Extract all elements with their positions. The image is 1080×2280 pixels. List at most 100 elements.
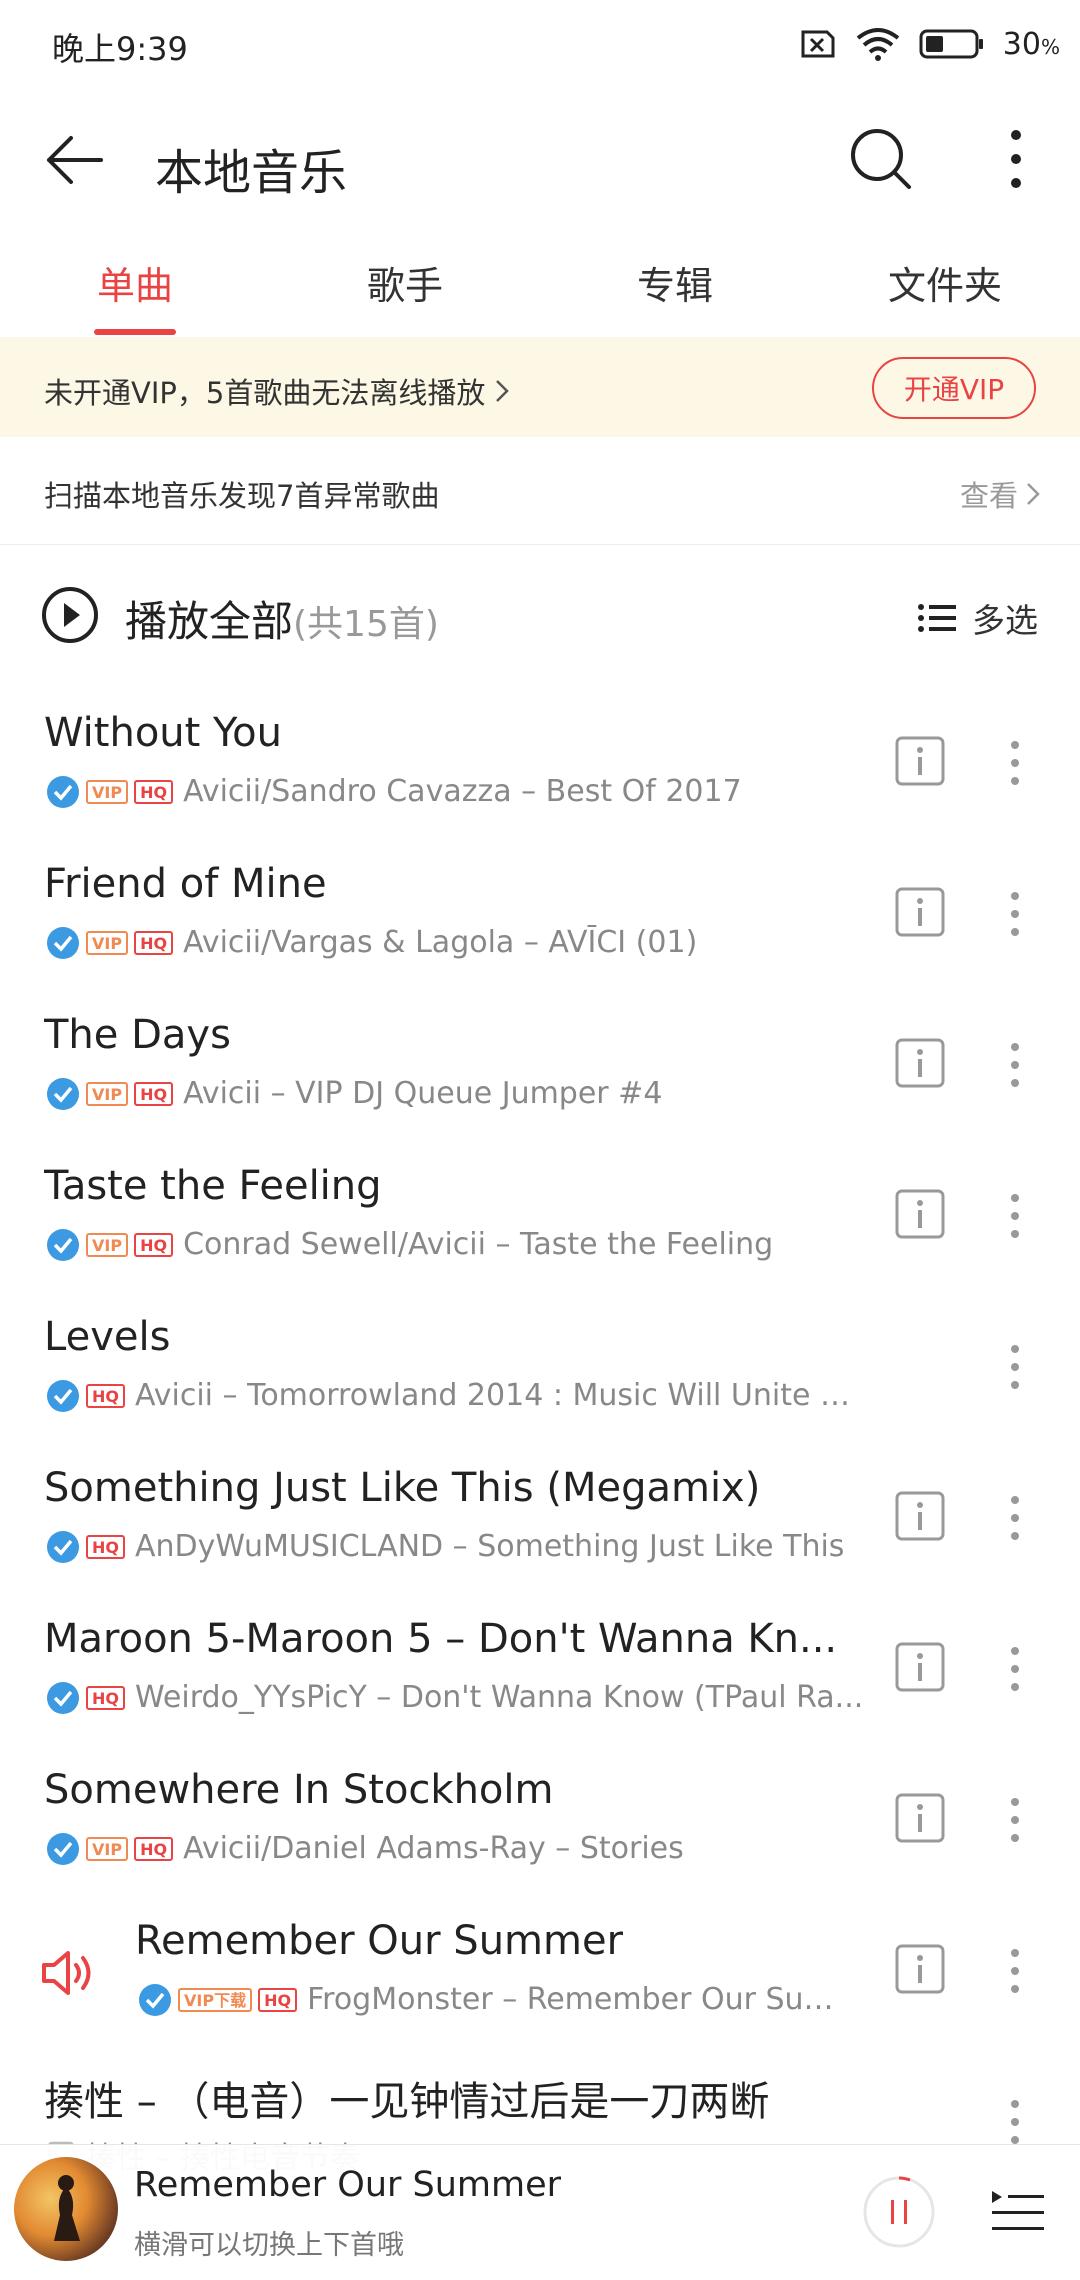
song-more-button[interactable] — [990, 1938, 1040, 2004]
song-row[interactable]: Somewhere In Stockholm VIP HQ Avicii/Dan… — [0, 1747, 1080, 1898]
song-more-button[interactable] — [990, 1032, 1040, 1098]
hq-tag: HQ — [134, 1836, 174, 1861]
song-row[interactable]: Friend of Mine VIP HQ Avicii/Vargas & La… — [0, 841, 1080, 992]
vip-tag: VIP — [86, 930, 129, 955]
tab-artists[interactable]: 歌手 — [270, 255, 540, 310]
sim-x-icon — [801, 30, 835, 58]
vertical-dots-icon — [1011, 1949, 1019, 1993]
song-title: Something Just Like This (Megamix) — [44, 1465, 761, 1511]
tab-songs[interactable]: 单曲 — [0, 255, 270, 310]
view-link[interactable]: 查看 — [960, 473, 1040, 515]
chevron-right-icon — [1027, 483, 1040, 505]
info-icon[interactable] — [894, 1641, 946, 1693]
song-more-button[interactable] — [990, 730, 1040, 796]
song-title: Friend of Mine — [44, 861, 327, 907]
song-row[interactable]: Without You VIP HQ Avicii/Sandro Cavazza… — [0, 690, 1080, 841]
verified-icon — [47, 1379, 79, 1412]
song-more-button[interactable] — [990, 1485, 1040, 1551]
vertical-dots-icon — [1011, 1496, 1019, 1540]
verified-icon — [47, 1530, 79, 1563]
pause-button[interactable] — [862, 2175, 936, 2249]
info-icon[interactable] — [894, 886, 946, 938]
song-meta: VIP HQ Avicii/Vargas & Lagola – AVĪCI (0… — [46, 925, 697, 960]
vertical-dots-icon — [1011, 1194, 1019, 1238]
song-title: The Days — [44, 1012, 231, 1058]
view-label: 查看 — [959, 479, 1018, 513]
song-row[interactable]: The Days VIP HQ Avicii – VIP DJ Queue Ju… — [0, 992, 1080, 1143]
song-meta: VIP HQ Conrad Sewell/Avicii – Taste the … — [46, 1227, 773, 1262]
vertical-dots-icon — [1011, 741, 1019, 785]
song-meta: HQ Avicii – Tomorrowland 2014 : Music Wi… — [46, 1378, 866, 1413]
vip-tag: VIP — [86, 1232, 129, 1257]
more-options-button[interactable] — [980, 123, 1052, 195]
playlist-queue-icon[interactable] — [988, 2181, 1048, 2241]
info-icon[interactable] — [894, 1188, 946, 1240]
hq-tag: HQ — [86, 1383, 125, 1408]
mini-player[interactable]: Remember Our Summer 横滑可以切换上下首哦 — [0, 2144, 1080, 2280]
song-artist-album: Weirdo_YYsPicY – Don't Wanna Know (TPaul… — [135, 1680, 864, 1715]
status-time: 晚上9:39 — [52, 30, 188, 68]
search-button[interactable] — [845, 123, 917, 195]
vip-tag: VIP — [86, 1836, 129, 1861]
hq-tag: HQ — [134, 1081, 174, 1106]
vip-banner-link[interactable]: 未开通VIP，5首歌曲无法离线播放 — [44, 370, 510, 412]
info-icon[interactable] — [894, 1490, 946, 1542]
song-more-button[interactable] — [990, 1636, 1040, 1702]
song-meta: HQ Weirdo_YYsPicY – Don't Wanna Know (TP… — [46, 1680, 863, 1715]
play-all-label: 播放全部 — [125, 597, 294, 646]
verified-icon — [47, 1832, 79, 1865]
page-title: 本地音乐 — [155, 145, 348, 201]
song-row[interactable]: Levels HQ Avicii – Tomorrowland 2014 : M… — [0, 1294, 1080, 1445]
info-icon[interactable] — [894, 1943, 946, 1995]
song-artist-album: Avicii/Daniel Adams-Ray – Stories — [183, 1831, 684, 1866]
hq-tag: HQ — [86, 1534, 125, 1559]
vertical-dots-icon — [1011, 1798, 1019, 1842]
verified-icon — [47, 775, 79, 808]
verified-icon — [47, 1077, 79, 1110]
info-icon[interactable] — [894, 1037, 946, 1089]
song-more-button[interactable] — [990, 1183, 1040, 1249]
header: 本地音乐 — [0, 95, 1080, 225]
tab-bar: 单曲 歌手 专辑 文件夹 — [0, 225, 1080, 337]
hq-tag: HQ — [258, 1987, 298, 2012]
song-row[interactable]: Taste the Feeling VIP HQ Conrad Sewell/A… — [0, 1143, 1080, 1294]
song-count: (共15首) — [293, 604, 439, 645]
status-bar: 晚上9:39 30% — [0, 0, 1080, 95]
song-artist-album: FrogMonster – Remember Our Sum... — [307, 1982, 858, 2017]
song-artist-album: Avicii – Tomorrowland 2014 : Music Will … — [135, 1378, 866, 1413]
info-icon[interactable] — [894, 1792, 946, 1844]
hq-tag: HQ — [134, 779, 174, 804]
song-meta: VIP HQ Avicii/Daniel Adams-Ray – Stories — [46, 1831, 684, 1866]
local-music-screen: 晚上9:39 30% 本地音乐 单曲 歌手 专辑 文件夹 未开通VIP，5首歌曲… — [0, 0, 1080, 2280]
play-circle-icon[interactable] — [40, 585, 100, 645]
song-meta: VIP HQ Avicii/Sandro Cavazza – Best Of 2… — [46, 774, 742, 809]
info-icon[interactable] — [894, 735, 946, 787]
tab-albums[interactable]: 专辑 — [540, 255, 810, 310]
scan-abnormal-row[interactable]: 扫描本地音乐发现7首异常歌曲 查看 — [0, 437, 1080, 545]
song-row[interactable]: Maroon 5-Maroon 5 – Don't Wanna Kn... HQ… — [0, 1596, 1080, 1747]
battery-percent: 30% — [1002, 26, 1060, 62]
open-vip-button[interactable]: 开通VIP — [872, 357, 1036, 419]
song-title: Somewhere In Stockholm — [44, 1767, 554, 1813]
song-meta: HQ AnDyWuMUSICLAND – Something Just Like… — [46, 1529, 844, 1564]
song-artist-album: Avicii – VIP DJ Queue Jumper #4 — [183, 1076, 663, 1111]
tab-folders[interactable]: 文件夹 — [810, 255, 1080, 310]
play-all-button[interactable]: 播放全部(共15首) — [125, 588, 439, 649]
back-button[interactable] — [40, 125, 110, 195]
song-row-now-playing[interactable]: Remember Our Summer VIP下载 HQ FrogMonster… — [0, 1898, 1080, 2049]
song-more-button[interactable] — [990, 881, 1040, 947]
vertical-dots-icon — [1011, 1647, 1019, 1691]
vertical-dots-icon — [1011, 1345, 1019, 1389]
song-more-button[interactable] — [990, 1334, 1040, 1400]
song-list: Without You VIP HQ Avicii/Sandro Cavazza… — [0, 690, 1080, 2200]
multi-select-button[interactable]: 多选 — [918, 594, 1038, 642]
play-all-row: 播放全部(共15首) 多选 — [0, 560, 1080, 670]
album-art[interactable] — [14, 2157, 118, 2261]
song-more-button[interactable] — [990, 1787, 1040, 1853]
song-title: Maroon 5-Maroon 5 – Don't Wanna Kn... — [44, 1616, 838, 1662]
vip-banner-text: 未开通VIP，5首歌曲无法离线播放 — [44, 376, 486, 410]
song-row[interactable]: Something Just Like This (Megamix) HQ An… — [0, 1445, 1080, 1596]
song-artist-album: Avicii/Vargas & Lagola – AVĪCI (01) — [183, 925, 698, 960]
vertical-dots-icon — [1011, 892, 1019, 936]
verified-icon — [47, 1228, 79, 1261]
